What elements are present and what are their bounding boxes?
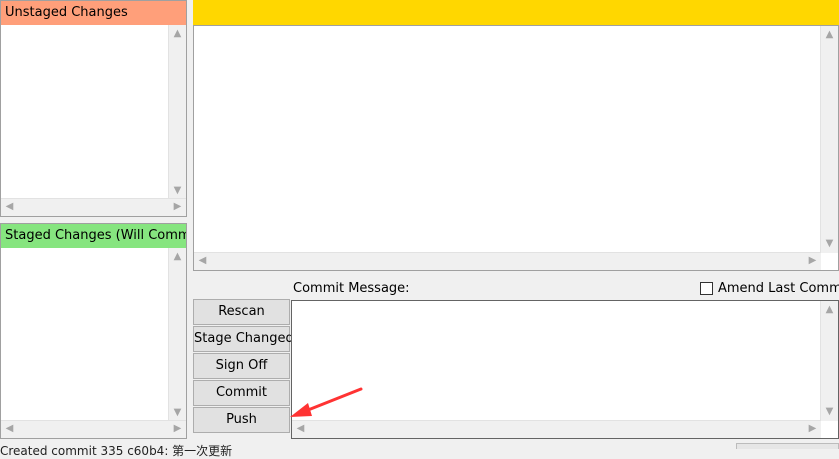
scroll-left-icon[interactable]: ◀: [194, 256, 211, 266]
scroll-right-icon[interactable]: ▶: [804, 424, 821, 434]
scroll-left-icon[interactable]: ◀: [1, 202, 18, 212]
unstaged-vertical-scrollbar[interactable]: ▲ ▼: [168, 25, 186, 200]
diff-horizontal-scrollbar[interactable]: ◀ ▶: [194, 252, 821, 270]
commit-message-horizontal-scrollbar[interactable]: ◀ ▶: [292, 420, 821, 438]
scroll-down-icon[interactable]: ▼: [169, 186, 186, 196]
diff-viewer: ▲ ▼ ◀ ▶: [193, 25, 839, 271]
scroll-down-icon[interactable]: ▼: [821, 407, 838, 417]
scroll-right-icon[interactable]: ▶: [804, 256, 821, 266]
scroll-left-icon[interactable]: ◀: [1, 424, 18, 434]
unstaged-pane: Unstaged Changes ▲ ▼ ◀ ▶: [0, 0, 187, 217]
scroll-up-icon[interactable]: ▲: [821, 305, 838, 315]
diff-header-bar: [193, 0, 839, 25]
status-bar-progress: [736, 443, 839, 449]
diff-vertical-scrollbar[interactable]: ▲ ▼: [820, 26, 838, 253]
amend-label: Amend Last Commit: [718, 281, 839, 296]
commit-message-label: Commit Message:: [293, 281, 410, 296]
scroll-up-icon[interactable]: ▲: [169, 29, 186, 39]
amend-checkbox[interactable]: [700, 282, 713, 295]
scroll-right-icon[interactable]: ▶: [169, 202, 186, 212]
unstaged-horizontal-scrollbar[interactable]: ◀ ▶: [1, 198, 186, 216]
rescan-button[interactable]: Rescan: [193, 299, 290, 325]
sign-off-button[interactable]: Sign Off: [193, 353, 290, 379]
push-button[interactable]: Push: [193, 407, 290, 433]
scroll-down-icon[interactable]: ▼: [169, 408, 186, 418]
staged-pane: Staged Changes (Will Commit) ▲ ▼ ◀ ▶: [0, 223, 187, 439]
commit-message-input[interactable]: ▲ ▼ ◀ ▶: [291, 300, 839, 439]
scroll-up-icon[interactable]: ▲: [821, 30, 838, 40]
staged-vertical-scrollbar[interactable]: ▲ ▼: [168, 248, 186, 422]
status-bar-text: Created commit 335 c60b4: 第一次更新: [0, 444, 233, 458]
staged-header: Staged Changes (Will Commit): [1, 224, 186, 248]
commit-message-vertical-scrollbar[interactable]: ▲ ▼: [820, 301, 838, 421]
commit-button[interactable]: Commit: [193, 380, 290, 406]
staged-horizontal-scrollbar[interactable]: ◀ ▶: [1, 420, 186, 438]
scroll-left-icon[interactable]: ◀: [292, 424, 309, 434]
annotation-arrow-icon: [290, 387, 363, 417]
stage-changed-button[interactable]: Stage Changed: [193, 326, 294, 352]
scroll-up-icon[interactable]: ▲: [169, 252, 186, 262]
scroll-right-icon[interactable]: ▶: [169, 424, 186, 434]
unstaged-header: Unstaged Changes: [1, 1, 186, 25]
scroll-down-icon[interactable]: ▼: [821, 239, 838, 249]
